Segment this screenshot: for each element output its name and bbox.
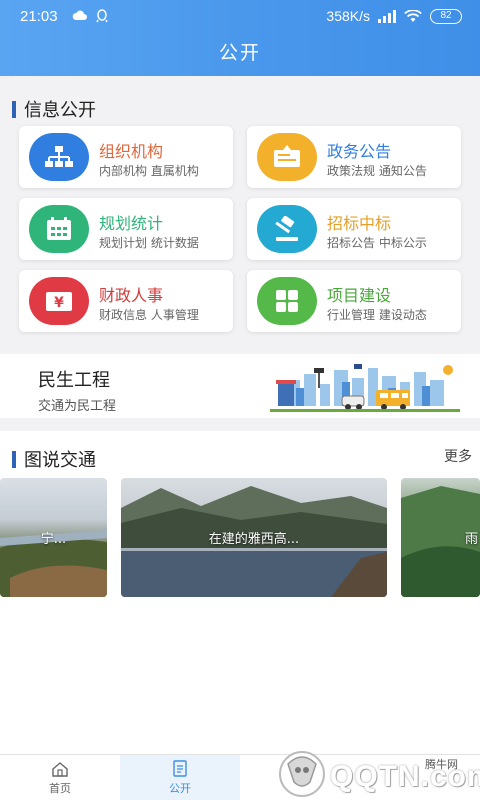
home-icon: [52, 761, 68, 777]
status-bar: 21:03 358K/s 82: [0, 0, 480, 32]
card-subtitle: 政策法规 通知公告: [327, 164, 427, 178]
battery-indicator: 82: [430, 8, 462, 24]
city-traffic-illustration: [270, 364, 460, 412]
signal-icon: [378, 9, 396, 23]
gavel-icon: [257, 205, 317, 253]
section-title: 信息公开: [24, 100, 96, 121]
gallery-photo[interactable]: 宁...: [0, 478, 107, 597]
qq-icon: [96, 9, 108, 23]
photo-caption: 雨: [464, 532, 478, 547]
card-title: 财政人事: [99, 286, 164, 305]
section-header-info: 信息公开: [12, 96, 96, 122]
gallery-section: 图说交通 更多 宁... 在建的雅西高... 雨: [0, 431, 480, 754]
banner-livelihood[interactable]: 民生工程 交通为民工程: [0, 354, 480, 418]
network-speed: 358K/s: [326, 8, 370, 24]
card-subtitle: 规划计划 统计数据: [99, 236, 199, 250]
watermark-site: 腾牛网: [425, 758, 458, 771]
document-icon: [173, 760, 187, 777]
gallery-photo[interactable]: 雨: [401, 478, 480, 597]
grid-icon: [257, 277, 317, 325]
card-subtitle: 财政信息 人事管理: [99, 308, 199, 322]
banner-subtitle: 交通为民工程: [38, 399, 117, 414]
section-title: 图说交通: [24, 450, 96, 471]
card-title: 招标中标: [327, 214, 392, 233]
photo-caption: 宁...: [40, 532, 67, 547]
photo-caption: 在建的雅西高...: [208, 532, 300, 547]
yuan-wallet-icon: ¥: [29, 277, 89, 325]
card-title: 项目建设: [327, 286, 392, 305]
tab-home[interactable]: 首页: [0, 755, 120, 800]
cloud-icon: [72, 10, 87, 20]
card-subtitle: 行业管理 建设动态: [327, 308, 427, 322]
calendar-icon: [29, 205, 89, 253]
wifi-icon: [404, 9, 422, 22]
gallery-photo[interactable]: 在建的雅西高...: [121, 478, 387, 597]
card-planning[interactable]: 规划统计 规划计划 统计数据: [19, 198, 233, 260]
tab-label: 首页: [49, 781, 71, 795]
section-header-gallery: 图说交通: [12, 446, 96, 472]
card-bidding[interactable]: 招标中标 招标公告 中标公示: [247, 198, 461, 260]
card-subtitle: 内部机构 直属机构: [99, 164, 199, 178]
card-project[interactable]: 项目建设 行业管理 建设动态: [247, 270, 461, 332]
page-title: 公开: [218, 42, 261, 64]
more-link[interactable]: 更多: [444, 446, 472, 466]
card-title: 组织机构: [99, 142, 164, 161]
card-org[interactable]: 组织机构 内部机构 直属机构: [19, 126, 233, 188]
app-header: 21:03 358K/s 82 公开: [0, 0, 480, 76]
card-finance[interactable]: ¥ 财政人事 财政信息 人事管理: [19, 270, 233, 332]
svg-text:¥: ¥: [54, 295, 64, 311]
card-title: 规划统计: [99, 214, 164, 233]
banner-title: 民生工程: [38, 370, 110, 391]
tab-label: 公开: [169, 782, 191, 795]
notice-board-icon: [257, 133, 317, 181]
card-title: 政务公告: [327, 142, 392, 161]
card-subtitle: 招标公告 中标公示: [327, 236, 427, 250]
org-chart-icon: [29, 133, 89, 181]
tab-public[interactable]: 公开: [120, 755, 240, 800]
status-time: 21:03: [20, 8, 58, 25]
card-notice[interactable]: 政务公告 政策法规 通知公告: [247, 126, 461, 188]
